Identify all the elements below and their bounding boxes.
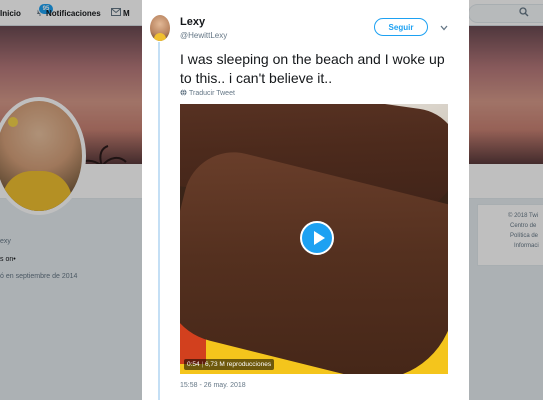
translate-tweet-link[interactable]: Traducir Tweet (180, 89, 235, 97)
tweet-timestamp[interactable]: 15:58 - 26 may. 2018 (180, 382, 246, 389)
play-icon (314, 231, 325, 245)
play-button[interactable] (300, 221, 334, 255)
avatar-yellow-top (154, 33, 166, 41)
separator-bar: | (201, 361, 205, 368)
globe-icon (180, 89, 187, 96)
translate-tweet-label: Traducir Tweet (189, 90, 235, 97)
video-duration: 0:54 (187, 361, 200, 368)
thread-line (158, 42, 160, 400)
video-duration-views: 0:54 | 6,73 M reproducciones (184, 359, 275, 370)
chevron-down-icon[interactable] (440, 25, 448, 31)
tweet-text: I was sleeping on the beach and I woke u… (180, 51, 445, 86)
author-handle[interactable]: @HewittLexy (180, 31, 227, 40)
tweet-video[interactable]: 0:54 | 6,73 M reproducciones (180, 104, 448, 374)
follow-button[interactable]: Seguir (374, 18, 428, 36)
tweet-author-avatar[interactable] (150, 15, 170, 41)
author-display-name[interactable]: Lexy (180, 16, 205, 28)
tweet-modal: Lexy @HewittLexy Seguir I was sleeping o… (142, 0, 469, 400)
video-view-count: 6,73 M reproducciones (204, 361, 272, 368)
